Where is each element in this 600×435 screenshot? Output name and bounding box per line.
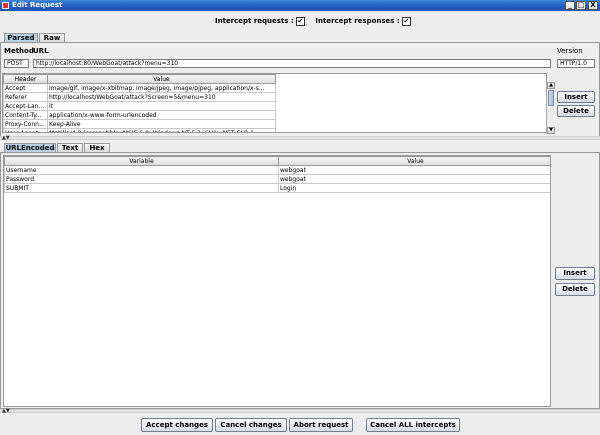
params-column-variable[interactable]: Variable [4, 156, 279, 166]
table-row[interactable]: Referer http://localhost/WebGoat/attack?S… [3, 92, 276, 102]
close-button[interactable]: X [588, 1, 598, 10]
bottom-split-arrows-icon[interactable]: ▲▼ [2, 408, 10, 414]
params-delete-button[interactable]: Delete [555, 283, 595, 296]
header-value-cell[interactable]: it [47, 101, 276, 111]
method-field[interactable]: POST [4, 59, 29, 68]
table-row[interactable]: Accept-Lan... it [3, 101, 276, 111]
maximize-button[interactable]: □ [576, 1, 586, 10]
bottom-divider[interactable]: ▲▼ [0, 408, 600, 414]
table-row[interactable]: Content-Ty... application/x-www-form-urle… [3, 110, 276, 120]
params-insert-button[interactable]: Insert [555, 267, 595, 280]
param-variable-cell[interactable]: SUBMIT [4, 183, 279, 193]
app-icon [2, 2, 9, 9]
url-field[interactable]: http://localhost:80/WebGoat/attack?menu=… [33, 59, 551, 68]
param-variable-cell[interactable]: Password [4, 174, 279, 184]
header-value-cell[interactable]: Mozilla/4.0 (compatible; MSIE 6.0; Windo… [47, 128, 276, 132]
params-table-container: Variable Value Username webgoat Password we… [3, 155, 551, 407]
scroll-down-icon[interactable]: ▼ [547, 127, 555, 134]
param-value-cell[interactable]: webgoat [278, 165, 550, 175]
header-name-cell[interactable]: Content-Ty... [3, 110, 48, 120]
table-row[interactable]: Password webgoat [4, 174, 550, 184]
header-name-cell[interactable]: Proxy-Conn... [3, 119, 48, 129]
version-field[interactable]: HTTP/1.0 [557, 59, 595, 68]
cancel-all-intercepts-button[interactable]: Cancel ALL intercepts [366, 418, 460, 432]
table-row[interactable]: User-Agent Mozilla/4.0 (compatible; MSIE … [3, 128, 276, 132]
headers-table-container: Header Value Accept image/gif, image/x-xb… [2, 73, 547, 133]
scroll-thumb[interactable] [548, 90, 554, 106]
headers-column-value[interactable]: Value [47, 74, 276, 84]
tab-raw[interactable]: Raw [39, 33, 65, 42]
params-table: Variable Value Username webgoat Password we… [4, 156, 550, 193]
headers-scrollbar[interactable]: ▲ ▼ [546, 82, 555, 134]
params-column-value[interactable]: Value [278, 156, 550, 166]
tab-text[interactable]: Text [57, 143, 83, 152]
intercept-responses-checkbox[interactable]: ✔ [401, 16, 411, 26]
intercept-options: Intercept requests : ✔ Intercept respons… [215, 16, 411, 26]
headers-column-header[interactable]: Header [3, 74, 48, 84]
header-name-cell[interactable]: User-Agent [3, 128, 48, 132]
header-name-cell[interactable]: Referer [3, 92, 48, 102]
intercept-requests-label: Intercept requests : [215, 17, 294, 25]
param-value-cell[interactable]: Login [278, 183, 550, 193]
split-arrows-icon[interactable]: ▲▼ [2, 135, 10, 141]
header-name-cell[interactable]: Accept-Lan... [3, 101, 48, 111]
tab-parsed[interactable]: Parsed [4, 33, 38, 42]
param-variable-cell[interactable]: Username [4, 165, 279, 175]
method-label: Method [4, 47, 34, 55]
headers-insert-button[interactable]: Insert [557, 91, 595, 103]
version-label: Version [557, 47, 583, 55]
header-value-cell[interactable]: application/x-www-form-urlencoded [47, 110, 276, 120]
scroll-up-icon[interactable]: ▲ [547, 82, 555, 89]
split-divider[interactable]: ▲▼ [0, 135, 600, 141]
table-row[interactable]: Accept image/gif, image/x-xbitmap, image/… [3, 83, 276, 93]
abort-request-button[interactable]: Abort request [289, 418, 353, 432]
param-value-cell[interactable]: webgoat [278, 174, 550, 184]
cancel-changes-button[interactable]: Cancel changes [215, 418, 287, 432]
minimize-button[interactable]: _ [565, 1, 575, 10]
header-value-cell[interactable]: http://localhost/WebGoat/attack?Screen=5… [47, 92, 276, 102]
accept-changes-button[interactable]: Accept changes [141, 418, 213, 432]
intercept-responses-label: Intercept responses : [315, 17, 400, 25]
url-label: URL [33, 47, 49, 55]
headers-table: Header Value Accept image/gif, image/x-xb… [3, 74, 276, 132]
headers-delete-button[interactable]: Delete [557, 105, 595, 117]
tab-hex[interactable]: Hex [84, 143, 110, 152]
table-row[interactable]: Username webgoat [4, 165, 550, 175]
header-value-cell[interactable]: Keep-Alive [47, 119, 276, 129]
window-title: Edit Request [12, 1, 63, 9]
table-row[interactable]: Proxy-Conn... Keep-Alive [3, 119, 276, 129]
window-titlebar[interactable]: Edit Request _ □ X [0, 0, 600, 11]
tab-urlencoded[interactable]: URLEncoded [4, 143, 56, 152]
table-row[interactable]: SUBMIT Login [4, 183, 550, 193]
intercept-requests-checkbox[interactable]: ✔ [295, 16, 305, 26]
header-name-cell[interactable]: Accept [3, 83, 48, 93]
header-value-cell[interactable]: image/gif, image/x-xbitmap, image/jpeg, … [47, 83, 276, 93]
